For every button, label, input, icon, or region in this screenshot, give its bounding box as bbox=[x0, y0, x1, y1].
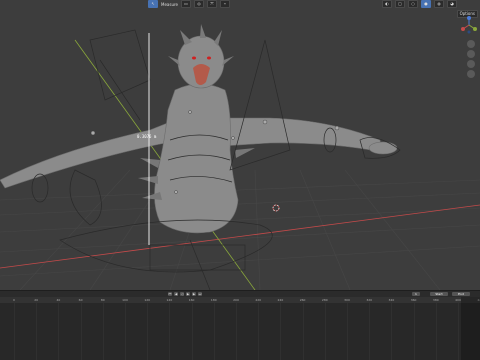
frame-gridline bbox=[36, 303, 38, 360]
grid-icon[interactable] bbox=[467, 70, 475, 78]
frame-gridline bbox=[391, 303, 393, 360]
transform-icon[interactable]: ⤧ bbox=[207, 0, 217, 8]
jump-start-icon[interactable]: ⏮ bbox=[168, 292, 172, 296]
frame-gridline bbox=[102, 303, 104, 360]
eye-left bbox=[192, 56, 196, 60]
view-icon[interactable]: ◎ bbox=[194, 0, 204, 8]
material-shading-icon[interactable]: ◍ bbox=[434, 0, 444, 8]
frame-gridline bbox=[14, 303, 15, 360]
play-icon[interactable]: ▶ bbox=[186, 292, 190, 296]
select-icon[interactable]: ▭ bbox=[181, 0, 191, 8]
mode-label: Measure bbox=[161, 1, 178, 7]
jump-end-icon[interactable]: ⏭ bbox=[198, 292, 202, 296]
viewport-scene[interactable] bbox=[0, 0, 480, 290]
frame-gridline bbox=[191, 303, 193, 360]
out-of-range-shade bbox=[461, 297, 480, 360]
current-frame-field[interactable]: 1 bbox=[412, 292, 420, 296]
frame-gridline bbox=[435, 303, 437, 360]
blender-window: ↖ Measure ▭ ◎ ⤧ ⌁ ◐ ▢ ○ ● ◍ ◕ Options 0.… bbox=[0, 0, 480, 360]
frame-gridline bbox=[280, 303, 282, 360]
3d-viewport[interactable]: ↖ Measure ▭ ◎ ⤧ ⌁ ◐ ▢ ○ ● ◍ ◕ Options 0.… bbox=[0, 0, 480, 290]
frame-gridline bbox=[347, 303, 348, 360]
frame-gridline bbox=[169, 303, 171, 360]
xray-icon[interactable]: ▢ bbox=[395, 0, 405, 8]
frame-ruler[interactable]: 0 20 40 60 80 100 120 140 160 180 200 220 240 260 280 3… bbox=[0, 297, 480, 303]
pan-icon[interactable] bbox=[467, 50, 475, 58]
solid-shading-icon[interactable]: ● bbox=[421, 0, 431, 8]
rendered-shading-icon[interactable]: ◕ bbox=[447, 0, 457, 8]
frame-gridline bbox=[80, 303, 82, 360]
frame-gridline bbox=[302, 303, 304, 360]
floor-grid bbox=[0, 169, 480, 290]
3d-cursor-icon[interactable] bbox=[272, 204, 280, 212]
zoom-icon[interactable] bbox=[467, 40, 475, 48]
frame-gridline bbox=[147, 303, 149, 360]
cursor-icon[interactable]: ↖ bbox=[148, 0, 158, 8]
camera-icon[interactable] bbox=[467, 60, 475, 68]
timeline-area[interactable]: 0 20 40 60 80 100 120 140 160 180 200 220 240 260 280 3… bbox=[0, 297, 480, 360]
frame-gridline bbox=[324, 303, 326, 360]
measurement-label: 0.3076 m bbox=[137, 134, 157, 139]
start-frame-field[interactable]: Start bbox=[430, 292, 448, 296]
gizmo-icon[interactable] bbox=[460, 16, 478, 34]
frame-gridline bbox=[369, 303, 371, 360]
play-reverse-icon[interactable]: ◁ bbox=[180, 292, 184, 296]
viewport-header: ↖ Measure ▭ ◎ ⤧ ⌁ bbox=[148, 0, 230, 8]
frame-gridline bbox=[413, 303, 415, 360]
frame-gridline bbox=[125, 303, 126, 360]
overlay-icon[interactable]: ◐ bbox=[382, 0, 392, 8]
shading-header: ◐ ▢ ○ ● ◍ ◕ bbox=[382, 0, 457, 8]
wireframe-shading-icon[interactable]: ○ bbox=[408, 0, 418, 8]
snap-icon[interactable]: ⌁ bbox=[220, 0, 230, 8]
frame-gridline bbox=[236, 303, 237, 360]
frame-gridline bbox=[458, 303, 459, 360]
end-frame-field[interactable]: End bbox=[452, 292, 470, 296]
eye-right bbox=[207, 56, 211, 60]
step-forward-icon[interactable]: ▶ bbox=[192, 292, 196, 296]
frame-gridline bbox=[58, 303, 60, 360]
step-back-icon[interactable]: ◀ bbox=[174, 292, 178, 296]
frame-gridline bbox=[213, 303, 215, 360]
frame-gridline bbox=[258, 303, 260, 360]
